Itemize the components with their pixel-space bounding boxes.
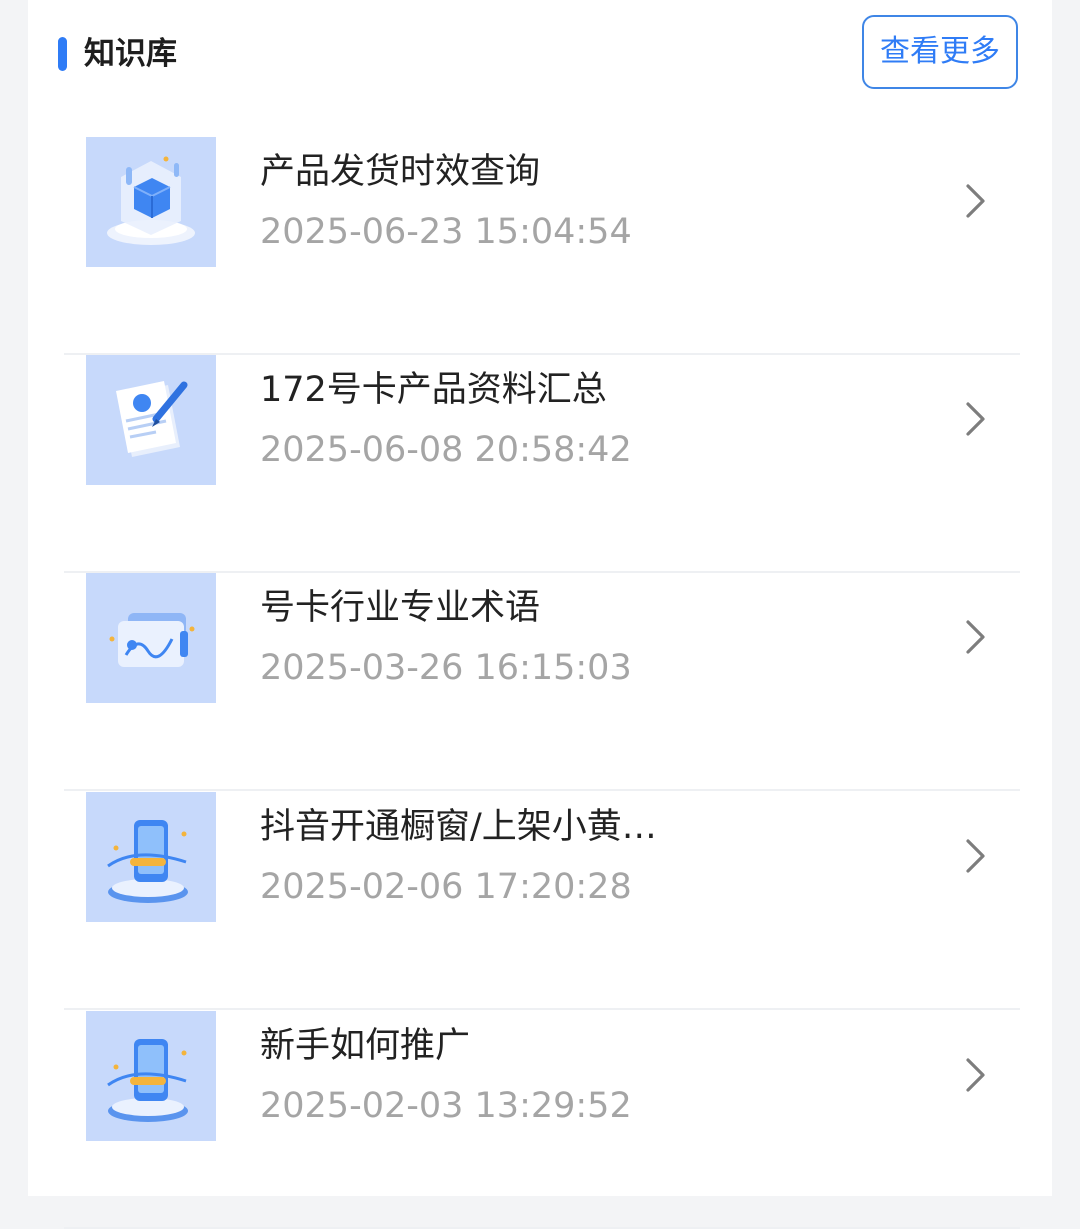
chevron-right-icon <box>966 620 985 654</box>
chevron-right-icon <box>966 402 985 436</box>
list-item[interactable]: 抖音开通橱窗/上架小黄… 2025-02-06 17:20:28 <box>64 792 1020 1010</box>
chart-card-icon <box>86 573 216 703</box>
item-title: 产品发货时效查询 <box>260 152 541 192</box>
section-header: 知识库 查看更多 <box>28 0 1052 110</box>
item-date: 2025-06-23 15:04:54 <box>260 212 632 252</box>
chevron-right-icon <box>966 839 985 873</box>
section-title: 知识库 <box>84 36 177 72</box>
item-title: 号卡行业专业术语 <box>260 588 541 628</box>
chevron-right-icon <box>966 1058 985 1092</box>
view-more-button[interactable]: 查看更多 <box>862 15 1018 89</box>
knowledge-base-card: 知识库 查看更多 产品发货时效查询 2025-06-23 15:04:54 17… <box>28 0 1052 1229</box>
list-item[interactable]: 172号卡产品资料汇总 2025-06-08 20:58:42 <box>64 355 1020 573</box>
phone-podium-icon <box>86 792 216 922</box>
list-item[interactable]: 号卡行业专业术语 2025-03-26 16:15:03 <box>64 573 1020 791</box>
document-pen-icon <box>86 355 216 485</box>
cube-platform-icon <box>86 137 216 267</box>
item-title: 新手如何推广 <box>260 1026 471 1066</box>
item-divider <box>64 789 1020 791</box>
chevron-right-icon <box>966 184 985 218</box>
item-title: 172号卡产品资料汇总 <box>260 370 607 410</box>
item-title: 抖音开通橱窗/上架小黄… <box>260 807 657 847</box>
item-date: 2025-06-08 20:58:42 <box>260 430 632 470</box>
phone-podium-icon <box>86 1011 216 1141</box>
list-item[interactable]: 产品发货时效查询 2025-06-23 15:04:54 <box>64 137 1020 355</box>
item-date: 2025-03-26 16:15:03 <box>260 648 632 688</box>
item-divider <box>64 1008 1020 1010</box>
item-date: 2025-02-03 13:29:52 <box>260 1086 632 1126</box>
list-item[interactable]: 新手如何推广 2025-02-03 13:29:52 <box>64 1011 1020 1229</box>
item-date: 2025-02-06 17:20:28 <box>260 867 632 907</box>
title-accent-bar <box>58 37 67 71</box>
